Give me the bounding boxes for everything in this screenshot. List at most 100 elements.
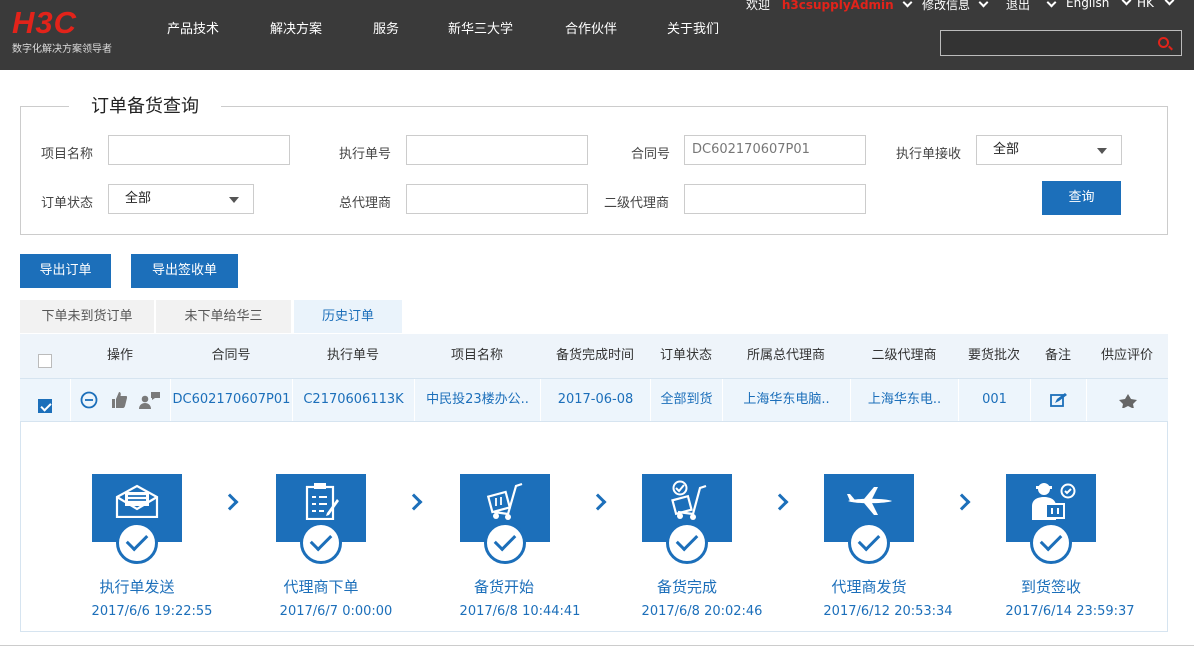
order-status-cell: 全部到货 xyxy=(650,379,722,421)
step-title: 代理商下单 xyxy=(283,578,359,596)
col-header: 操作 xyxy=(106,348,133,363)
top-navigation-bar: H3C 数字化解决方案领导者 产品技术 解决方案 服务 新华三大学 合作伙伴 关… xyxy=(0,0,1194,70)
nav-item-products[interactable]: 产品技术 xyxy=(167,18,219,37)
language-menu[interactable]: English xyxy=(1066,0,1132,12)
logout-menu[interactable]: 退出 xyxy=(1006,0,1057,12)
contract-no-label: 合同号 xyxy=(631,147,671,162)
welcome-text: 欢迎 xyxy=(746,0,771,12)
tab-not-ordered[interactable]: 未下单给华三 xyxy=(156,300,291,333)
caret-down-icon xyxy=(1097,148,1107,154)
step-time: 2017/6/6 19:22:55 xyxy=(91,604,213,619)
region-label: HK xyxy=(1137,0,1154,10)
star-icon[interactable] xyxy=(1118,393,1138,408)
order-status-label: 订单状态 xyxy=(41,196,94,211)
col-header: 备注 xyxy=(1044,348,1071,363)
tab-pending-orders[interactable]: 下单未到货订单 xyxy=(20,300,154,333)
contract-no-input[interactable]: DC602170607P01 xyxy=(684,135,866,165)
check-circle-icon xyxy=(300,522,342,564)
step-time: 2017/6/8 20:02:46 xyxy=(641,604,763,619)
row-actions-cell xyxy=(70,379,170,421)
search-icon[interactable] xyxy=(1158,37,1169,48)
page-divider xyxy=(0,645,1194,646)
logo-tagline: 数字化解决方案领导者 xyxy=(12,44,112,55)
progress-step xyxy=(824,474,914,564)
exec-receive-label: 执行单接收 xyxy=(896,147,962,162)
note-cell xyxy=(1030,379,1086,421)
table-row[interactable]: DC602170607P01 C2170606113K 中民投23楼办公.. 2… xyxy=(20,378,1168,422)
col-header: 合同号 xyxy=(211,348,251,363)
general-agent-input[interactable] xyxy=(406,184,588,214)
step-time: 2017/6/14 23:59:37 xyxy=(1005,604,1135,619)
order-status-select[interactable]: 全部 xyxy=(108,184,254,214)
form-title: 订单备货查询 xyxy=(69,92,221,118)
progress-step xyxy=(460,474,550,564)
stock-complete-cell: 2017-06-08 xyxy=(540,379,650,421)
exec-no-input[interactable] xyxy=(406,135,588,165)
col-header: 执行单号 xyxy=(326,348,379,363)
progress-step xyxy=(642,474,732,564)
search-input[interactable] xyxy=(941,31,1151,55)
col-header: 所属总代理商 xyxy=(746,348,825,363)
check-circle-icon xyxy=(1030,522,1072,564)
airplane-icon xyxy=(847,487,892,515)
language-label: English xyxy=(1066,0,1110,10)
chevron-down-icon xyxy=(1164,0,1175,6)
exec-receive-value: 全部 xyxy=(993,142,1020,157)
username: h3csupplyAdmin xyxy=(781,0,894,12)
step-title: 备货完成 xyxy=(656,578,717,596)
envelope-icon xyxy=(115,484,159,518)
row-checkbox[interactable] xyxy=(38,399,52,413)
table-header: 操作 合同号 执行单号 项目名称 备货完成时间 订单状态 所属总代理商 二级代理… xyxy=(20,334,1168,378)
col-header: 项目名称 xyxy=(450,348,503,363)
thumbs-up-icon[interactable] xyxy=(111,391,127,409)
secondary-agent-cell: 上海华东电.. xyxy=(850,379,958,421)
nav-item-services[interactable]: 服务 xyxy=(373,18,399,37)
step-title: 备货开始 xyxy=(473,578,534,596)
col-header: 供应评价 xyxy=(1100,348,1153,363)
export-receipts-button[interactable]: 导出签收单 xyxy=(131,254,238,288)
check-circle-icon xyxy=(666,522,708,564)
user-menu[interactable]: 欢迎 h3csupplyAdmin xyxy=(746,0,912,12)
project-name-label: 项目名称 xyxy=(41,147,94,162)
edit-note-icon[interactable] xyxy=(1050,393,1068,408)
general-agent-label: 总代理商 xyxy=(339,196,392,211)
order-status-value: 全部 xyxy=(125,191,152,206)
nav-item-university[interactable]: 新华三大学 xyxy=(448,18,513,37)
project-name-input[interactable] xyxy=(108,135,290,165)
progress-step xyxy=(92,474,182,564)
secondary-agent-input[interactable] xyxy=(684,184,866,214)
logo-mark: H3C xyxy=(12,5,78,40)
exec-no-label: 执行单号 xyxy=(339,147,392,162)
nav-item-partners[interactable]: 合作伙伴 xyxy=(565,18,617,37)
step-title: 到货签收 xyxy=(1020,578,1081,596)
project-name-cell: 中民投23楼办公.. xyxy=(414,379,540,421)
region-menu[interactable]: HK xyxy=(1137,0,1175,12)
batch-cell: 001 xyxy=(958,379,1030,421)
logout-label: 退出 xyxy=(1006,0,1031,12)
step-title: 代理商发货 xyxy=(831,578,907,596)
order-progress-panel xyxy=(20,422,1168,632)
col-header: 二级代理商 xyxy=(871,348,937,363)
progress-step xyxy=(276,474,366,564)
step-time: 2017/6/8 10:44:41 xyxy=(459,604,581,619)
exec-receive-select[interactable]: 全部 xyxy=(976,135,1122,165)
query-button[interactable]: 查询 xyxy=(1042,181,1121,215)
courier-icon xyxy=(1032,483,1076,520)
contract-no-cell[interactable]: DC602170607P01 xyxy=(170,379,292,421)
select-all-checkbox[interactable] xyxy=(38,354,52,368)
rating-cell xyxy=(1086,379,1168,421)
general-agent-cell: 上海华东电脑.. xyxy=(722,379,850,421)
nav-item-about[interactable]: 关于我们 xyxy=(667,18,719,37)
tab-history-orders[interactable]: 历史订单 xyxy=(294,300,402,333)
check-circle-icon xyxy=(848,522,890,564)
col-header: 订单状态 xyxy=(659,348,712,363)
exec-no-cell[interactable]: C2170606113K xyxy=(292,379,414,421)
h3c-logo[interactable]: H3C 数字化解决方案领导者 xyxy=(10,5,130,56)
export-orders-button[interactable]: 导出订单 xyxy=(20,254,111,288)
col-header: 备货完成时间 xyxy=(555,348,634,363)
nav-item-solutions[interactable]: 解决方案 xyxy=(270,18,322,37)
collapse-icon[interactable] xyxy=(80,391,98,409)
profile-menu[interactable]: 修改信息 xyxy=(922,0,989,12)
users-comment-icon[interactable] xyxy=(139,391,161,409)
handcart-icon xyxy=(486,482,523,520)
